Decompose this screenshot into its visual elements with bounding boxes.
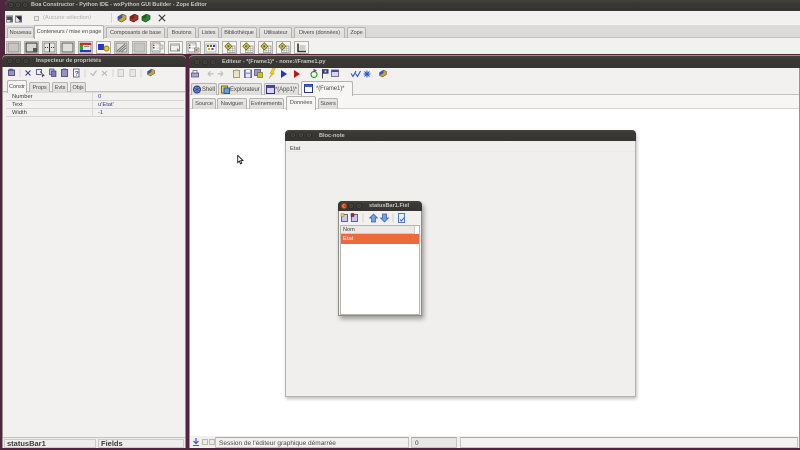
svg-text:?: ?	[75, 71, 79, 78]
